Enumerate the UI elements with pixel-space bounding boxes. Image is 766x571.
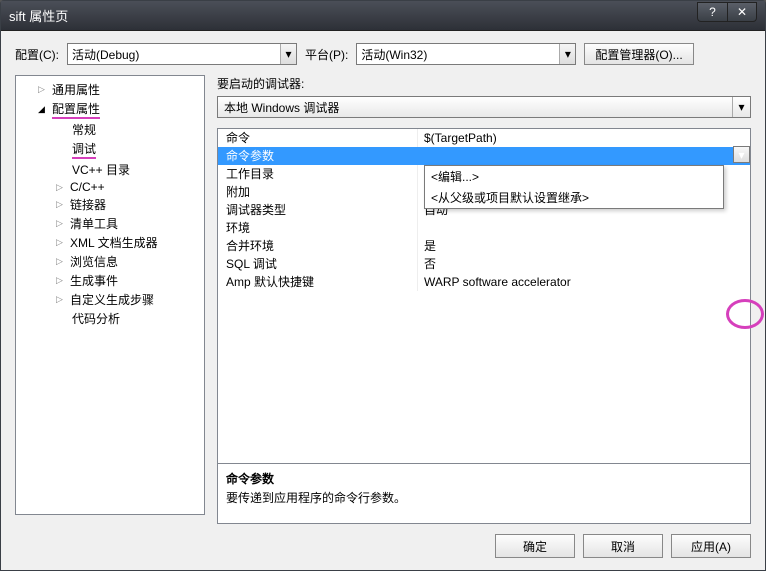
debugger-label: 要启动的调试器: bbox=[217, 75, 751, 92]
chevron-down-icon: ▾ bbox=[732, 97, 750, 117]
chevron-right-icon: ▷ bbox=[56, 218, 66, 229]
property-grid: 命令$(TargetPath) 命令参数▾ 工作目录 附加 调试器类型自动 环境… bbox=[217, 128, 751, 524]
tree-item[interactable]: ▷浏览信息 bbox=[16, 252, 204, 271]
window-buttons: ? ✕ bbox=[697, 10, 757, 22]
platform-combo[interactable]: 活动(Win32) ▾ bbox=[356, 43, 576, 65]
tree-general[interactable]: ▷通用属性 bbox=[16, 80, 204, 99]
config-value: 活动(Debug) bbox=[72, 46, 139, 63]
tree-item[interactable]: ▷链接器 bbox=[16, 195, 204, 214]
tree-item-debug[interactable]: 调试 bbox=[16, 139, 204, 160]
ok-button[interactable]: 确定 bbox=[495, 534, 575, 558]
chevron-right-icon: ▷ bbox=[56, 275, 66, 286]
chevron-right-icon: ▷ bbox=[56, 256, 66, 267]
footer-buttons: 确定 取消 应用(A) bbox=[15, 524, 751, 558]
grid-row[interactable]: 合并环境是 bbox=[218, 237, 750, 255]
chevron-down-icon: ▾ bbox=[559, 44, 575, 64]
chevron-down-icon: ◢ bbox=[38, 104, 48, 115]
desc-title: 命令参数 bbox=[226, 470, 742, 487]
tree-item[interactable]: 代码分析 bbox=[16, 309, 204, 328]
debugger-value: 本地 Windows 调试器 bbox=[224, 99, 339, 116]
tree-item[interactable]: ▷生成事件 bbox=[16, 271, 204, 290]
popup-edit[interactable]: <编辑...> bbox=[425, 166, 723, 187]
window-title: sift 属性页 bbox=[9, 6, 697, 25]
apply-button[interactable]: 应用(A) bbox=[671, 534, 751, 558]
property-page-window: sift 属性页 ? ✕ 配置(C): 活动(Debug) ▾ 平台(P): 活… bbox=[0, 0, 766, 571]
grid-row[interactable]: Amp 默认快捷键WARP software accelerator bbox=[218, 273, 750, 291]
right-pane: 要启动的调试器: 本地 Windows 调试器 ▾ 命令$(TargetPath… bbox=[205, 75, 751, 524]
chevron-right-icon: ▷ bbox=[56, 199, 66, 210]
client-area: 配置(C): 活动(Debug) ▾ 平台(P): 活动(Win32) ▾ 配置… bbox=[1, 31, 765, 570]
close-icon: ✕ bbox=[737, 5, 747, 19]
config-manager-button[interactable]: 配置管理器(O)... bbox=[584, 43, 693, 65]
chevron-down-icon: ▾ bbox=[738, 146, 744, 164]
tree-item[interactable]: ▷XML 文档生成器 bbox=[16, 233, 204, 252]
tree-item[interactable]: 常规 bbox=[16, 120, 204, 139]
config-label: 配置(C): bbox=[15, 46, 59, 63]
tree-view[interactable]: ▷通用属性 ◢配置属性 常规 调试 VC++ 目录 ▷C/C++ ▷链接器 ▷清… bbox=[15, 75, 205, 515]
chevron-right-icon: ▷ bbox=[56, 237, 66, 248]
help-button[interactable]: ? bbox=[697, 2, 727, 22]
top-row: 配置(C): 活动(Debug) ▾ 平台(P): 活动(Win32) ▾ 配置… bbox=[15, 43, 751, 65]
cancel-button[interactable]: 取消 bbox=[583, 534, 663, 558]
main-area: ▷通用属性 ◢配置属性 常规 调试 VC++ 目录 ▷C/C++ ▷链接器 ▷清… bbox=[15, 75, 751, 524]
chevron-down-icon: ▾ bbox=[280, 44, 296, 64]
desc-body: 要传递到应用程序的命令行参数。 bbox=[226, 489, 742, 506]
tree-item[interactable]: ▷C/C++ bbox=[16, 179, 204, 195]
platform-label: 平台(P): bbox=[305, 46, 348, 63]
grid-row[interactable]: 命令$(TargetPath) bbox=[218, 129, 750, 147]
popup-inherit[interactable]: <从父级或项目默认设置继承> bbox=[425, 187, 723, 208]
grid-row[interactable]: SQL 调试否 bbox=[218, 255, 750, 273]
tree-item[interactable]: ▷自定义生成步骤 bbox=[16, 290, 204, 309]
dropdown-button[interactable]: ▾ bbox=[733, 146, 750, 163]
close-button[interactable]: ✕ bbox=[727, 2, 757, 22]
config-combo[interactable]: 活动(Debug) ▾ bbox=[67, 43, 297, 65]
grid-row-selected[interactable]: 命令参数▾ bbox=[218, 147, 750, 165]
tree-item[interactable]: VC++ 目录 bbox=[16, 160, 204, 179]
tree-item[interactable]: ▷清单工具 bbox=[16, 214, 204, 233]
description-panel: 命令参数 要传递到应用程序的命令行参数。 bbox=[218, 463, 750, 523]
grid-row[interactable]: 环境 bbox=[218, 219, 750, 237]
dropdown-popup[interactable]: <编辑...> <从父级或项目默认设置继承> bbox=[424, 165, 724, 209]
chevron-right-icon: ▷ bbox=[38, 84, 48, 95]
question-icon: ? bbox=[709, 5, 716, 19]
debugger-combo[interactable]: 本地 Windows 调试器 ▾ bbox=[217, 96, 751, 118]
chevron-right-icon: ▷ bbox=[56, 182, 66, 193]
platform-value: 活动(Win32) bbox=[361, 46, 427, 63]
chevron-right-icon: ▷ bbox=[56, 294, 66, 305]
tree-config-props[interactable]: ◢配置属性 bbox=[16, 99, 204, 120]
titlebar[interactable]: sift 属性页 ? ✕ bbox=[1, 1, 765, 31]
